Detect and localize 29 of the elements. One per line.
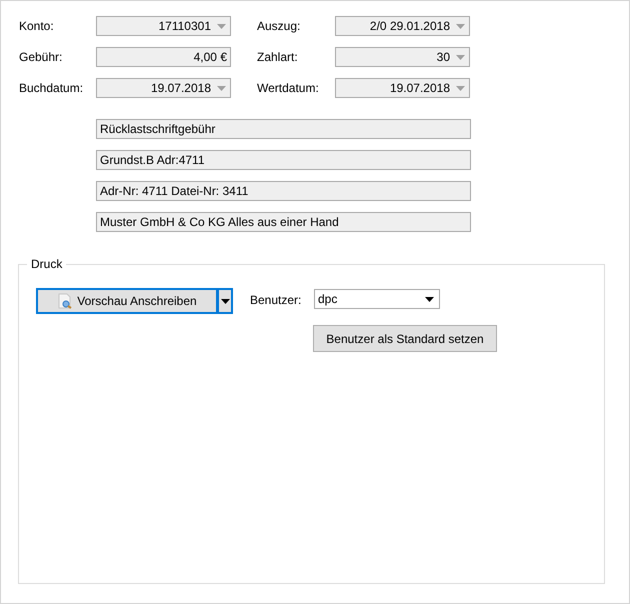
- set-default-button[interactable]: Benutzer als Standard setzen: [313, 325, 497, 352]
- caret-icon: [425, 296, 434, 302]
- split-button[interactable]: Vorschau Anschreiben: [36, 288, 233, 314]
- group-title: Druck: [27, 257, 66, 271]
- input-field[interactable]: Grundst.B Adr:4711: [96, 150, 471, 170]
- caret-icon: [456, 54, 465, 60]
- user-label: Benutzer:: [250, 293, 302, 307]
- combo-box[interactable]: 2/0 29.01.2018: [335, 16, 470, 36]
- combo-box[interactable]: 30: [335, 47, 470, 67]
- field-label: Wertdatum:: [257, 80, 320, 97]
- field-label: Buchdatum:: [19, 80, 84, 97]
- field-label: Zahlart:: [257, 49, 299, 66]
- field-label: Konto:: [19, 18, 55, 35]
- input-field[interactable]: Adr-Nr: 4711 Datei-Nr: 3411: [96, 181, 471, 201]
- user-combo-box[interactable]: dpc: [314, 289, 440, 309]
- document-search-icon: [57, 293, 74, 309]
- input-field[interactable]: 4,00 €: [96, 47, 231, 67]
- combo-box[interactable]: 17110301: [96, 16, 231, 36]
- input-field[interactable]: Muster GmbH & Co KG Alles aus einer Hand: [96, 212, 471, 232]
- caret-icon: [217, 86, 226, 90]
- combo-box[interactable]: 19.07.2018: [335, 78, 470, 98]
- field-label: Gebühr:: [19, 49, 64, 66]
- caret-icon: [456, 86, 465, 90]
- caret-icon: [220, 298, 230, 304]
- field-label: Auszug:: [257, 18, 302, 35]
- combo-box[interactable]: 19.07.2018: [96, 78, 231, 98]
- caret-icon: [456, 24, 465, 28]
- input-field[interactable]: Rücklastschriftgebühr: [96, 119, 471, 139]
- caret-icon: [217, 24, 226, 28]
